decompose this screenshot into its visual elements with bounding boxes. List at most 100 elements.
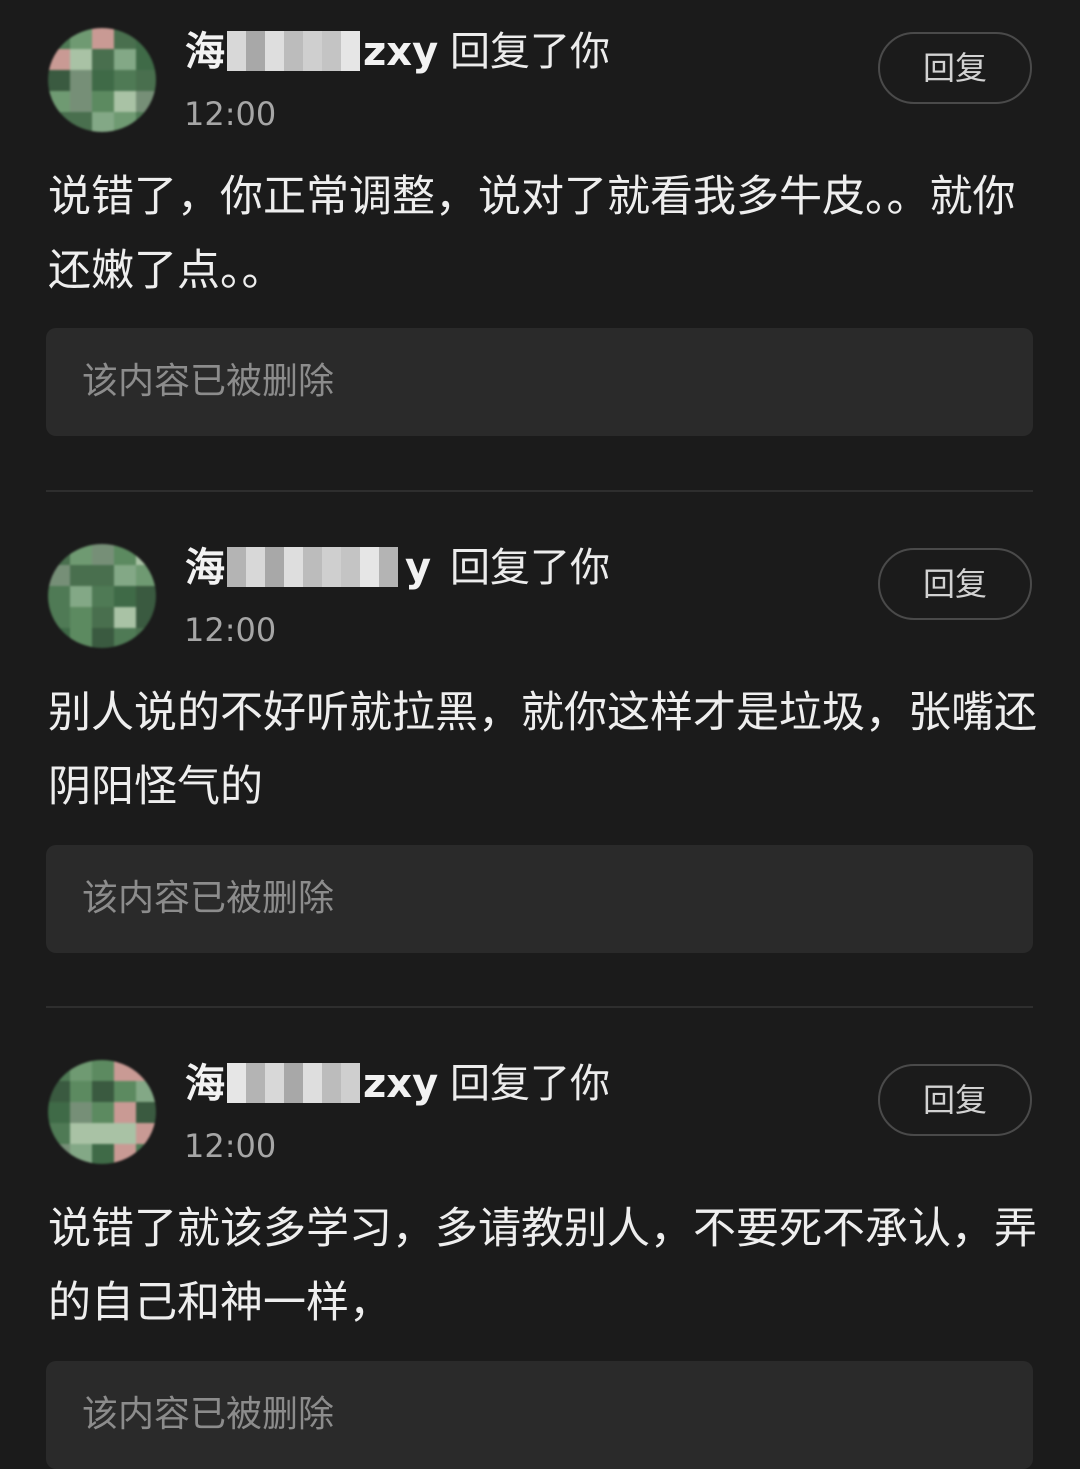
reply-button[interactable]: 回复 [878,548,1032,620]
avatar-mosaic-tile [136,70,156,92]
avatar-mosaic-tile [70,628,92,648]
divider [46,1006,1033,1008]
username-mosaic-block [322,547,341,587]
avatar-mosaic-tile [70,1060,92,1082]
avatar-mosaic-tile [92,1144,114,1164]
username-mosaic-block [341,31,360,71]
avatar-mosaic-tile [48,1102,70,1124]
divider [46,490,1033,492]
avatar-mosaic-tile [48,1060,70,1082]
reply-item: 海y 回复了你 12:00 回复 别人说的不好听就拉黑，就你这样才是垃圾，张嘴还… [0,516,1080,1008]
avatar-mosaic-tile [70,1123,92,1145]
avatar[interactable] [48,28,156,132]
reply-item: 海 zxy 回复了你 12:00 回复 说错了，你正常调整，说对了就看我多牛皮。。… [0,0,1080,492]
avatar-mosaic-tile [114,49,136,71]
mosaic-blur [227,547,403,587]
avatar-mosaic-tile [70,1102,92,1124]
avatar-mosaic-tile [92,1060,114,1082]
avatar-mosaic-tile [136,607,156,629]
reply-button[interactable]: 回复 [878,1064,1032,1136]
avatar-mosaic-tile [92,1081,114,1103]
avatar-mosaic-tile [92,1102,114,1124]
username-suffix: y [405,545,432,591]
username-mosaic-block [341,1063,360,1103]
avatar-mosaic-tile [92,112,114,132]
deleted-original-notice: 该内容已被删除 [46,845,1033,953]
reply-notification-list: 海 zxy 回复了你 12:00 回复 说错了，你正常调整，说对了就看我多牛皮。。… [0,0,1080,1469]
avatar-mosaic-tile [48,586,70,608]
avatar-mosaic-tile [48,1144,70,1164]
username[interactable]: 海 zxy [185,24,438,80]
avatar-mosaic-tile [114,565,136,587]
avatar-mosaic-tile [92,28,114,50]
avatar-mosaic-tile [114,607,136,629]
avatar-mosaic-tile [70,49,92,71]
username-suffix: zxy [363,29,439,75]
avatar-mosaic-tile [48,1123,70,1145]
timestamp: 12:00 [184,95,277,133]
avatar-mosaic-tile [136,586,156,608]
avatar-mosaic-tile [114,70,136,92]
username-prefix: 海 [185,29,225,75]
avatar-mosaic-tile [136,628,156,648]
username[interactable]: 海y [185,540,431,596]
username-mosaic-block [284,547,303,587]
avatar-mosaic-tile [48,70,70,92]
username-mosaic-block [322,31,341,71]
username-mosaic-block [360,547,379,587]
username-mosaic-block [379,547,398,587]
avatar-mosaic-tile [114,112,136,132]
reply-item: 海 zxy 回复了你 12:00 回复 说错了就该多学习，多请教别人，不要死不承认… [0,1032,1080,1469]
avatar-mosaic-tile [136,1060,156,1082]
username-mosaic-block [303,31,322,71]
avatar-mosaic-tile [114,628,136,648]
avatar-mosaic-tile [136,1144,156,1164]
reply-button[interactable]: 回复 [878,32,1032,104]
avatar[interactable] [48,1060,156,1164]
username-mosaic-block [227,547,246,587]
avatar-mosaic-tile [136,1102,156,1124]
avatar-mosaic-tile [92,49,114,71]
avatar-mosaic-tile [48,565,70,587]
username-mosaic-block [265,31,284,71]
comment-text: 别人说的不好听就拉黑，就你这样才是垃圾，张嘴还阴阳怪气的 [48,688,1037,812]
avatar-mosaic-tile [92,70,114,92]
avatar[interactable] [48,544,156,648]
avatar-mosaic-tile [114,28,136,50]
avatar-mosaic-tile [92,91,114,113]
username-mosaic-block [284,1063,303,1103]
avatar-mosaic-tile [70,70,92,92]
avatar-mosaic-tile [70,112,92,132]
avatar-mosaic-tile [136,28,156,50]
timestamp: 12:00 [184,611,277,649]
avatar-mosaic-tile [114,91,136,113]
username-mosaic-block [246,31,265,71]
username-mosaic-block [341,547,360,587]
avatar-mosaic-tile [92,586,114,608]
avatar-mosaic-tile [114,1081,136,1103]
avatar-mosaic-tile [70,91,92,113]
avatar-mosaic-tile [48,1081,70,1103]
avatar-mosaic-tile [48,28,70,50]
avatar-mosaic-tile [114,1123,136,1145]
username-mosaic-block [284,31,303,71]
comment-text: 说错了，你正常调整，说对了就看我多牛皮。。就你还嫩了点。。 [48,172,1016,296]
deleted-notice-text: 该内容已被删除 [82,361,335,402]
username-mosaic-block [246,1063,265,1103]
avatar-mosaic-tile [136,112,156,132]
avatar-mosaic-tile [114,1102,136,1124]
username-prefix: 海 [185,1061,225,1107]
username-mosaic-block [322,1063,341,1103]
avatar-mosaic-tile [70,607,92,629]
avatar-mosaic-tile [136,1123,156,1145]
avatar-mosaic-tile [136,565,156,587]
reply-action-text: 回复了你 [450,1061,610,1107]
deleted-original-notice: 该内容已被删除 [46,1361,1033,1469]
avatar-mosaic-tile [92,607,114,629]
deleted-notice-text: 该内容已被删除 [82,878,335,919]
deleted-original-notice: 该内容已被删除 [46,328,1033,436]
avatar-mosaic-tile [70,565,92,587]
avatar-mosaic-tile [114,1144,136,1164]
username-mosaic-block [246,547,265,587]
username[interactable]: 海 zxy [185,1056,438,1112]
